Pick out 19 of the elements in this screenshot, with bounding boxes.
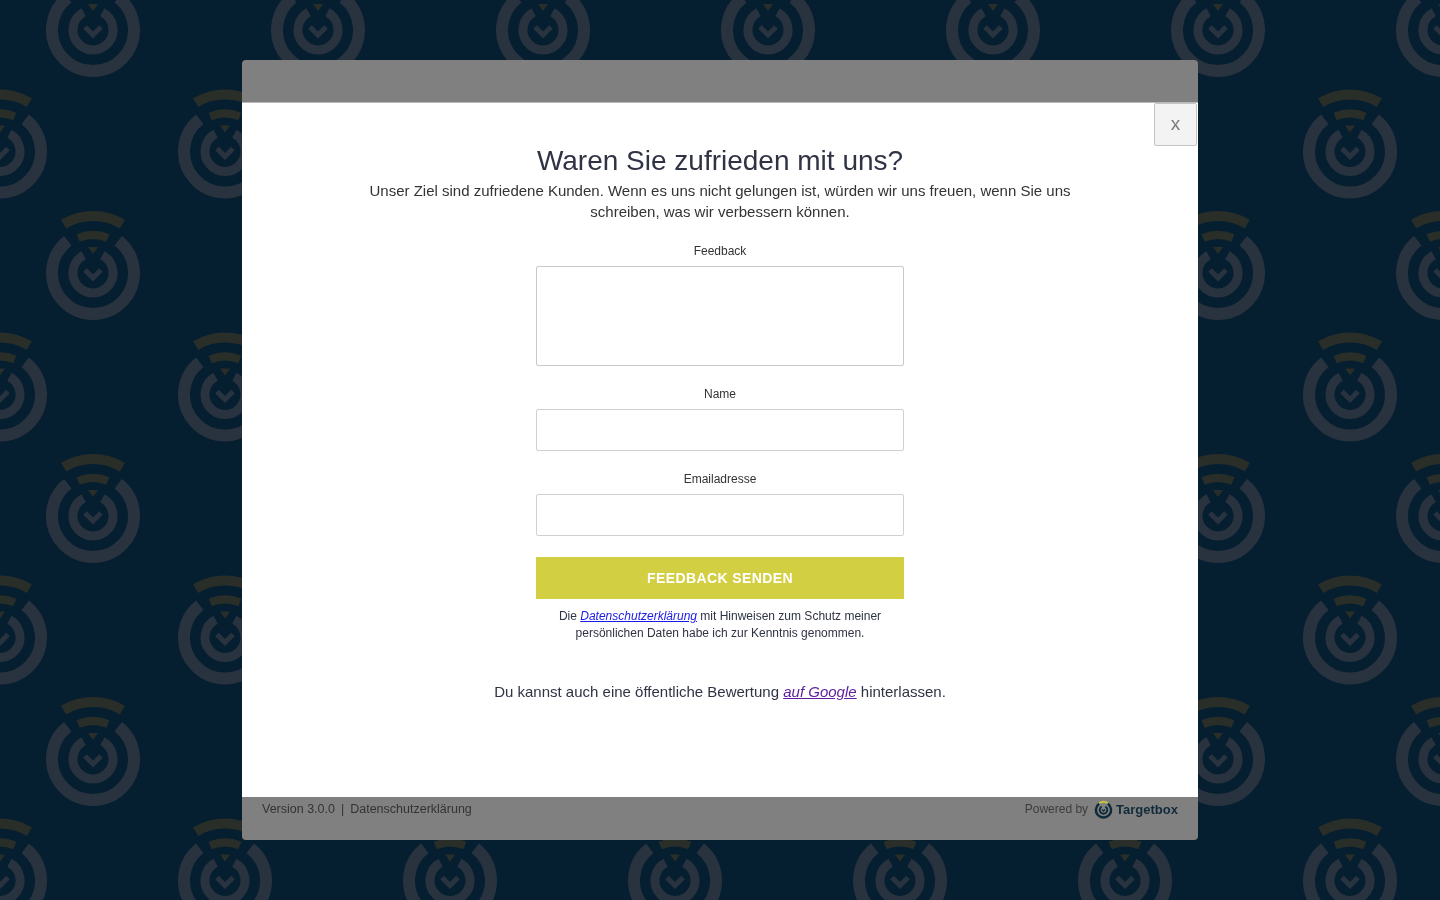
footer-separator: | (340, 801, 345, 818)
powered-by-text: Powered by (1024, 801, 1089, 818)
field-label: Emailadresse (682, 471, 758, 487)
modal-title: Waren Sie zufrieden mit uns? (536, 144, 904, 178)
feedback-textarea[interactable] (536, 266, 904, 366)
intro-text: Unser Ziel sind zufriedene Kunden. Wenn es uns nicht gelungen ist, würden wir uns freuen, wenn Sie uns schreiben, was wir verbessern können. (368, 181, 1072, 222)
field-label: Name (703, 386, 737, 402)
close-button[interactable]: x (1154, 103, 1197, 146)
input-field[interactable] (536, 409, 904, 451)
footer-privacy-link[interactable]: Datenschutzerklärung (350, 801, 472, 818)
privacy-link[interactable]: Datenschutzerklärung (580, 609, 697, 623)
field-label: Feedback (692, 243, 748, 259)
version-text: Version 3.0.0 (262, 801, 335, 818)
input-field[interactable] (536, 494, 904, 536)
google-review-link[interactable]: auf Google (783, 683, 857, 700)
review-note: Du kannst auch eine öffentliche Bewertung auf Google hinterlassen. (494, 682, 946, 702)
target-logo-icon (1094, 800, 1114, 819)
privacy-note: Die Datenschutzerklärung mit Hinweisen zum Schutz meiner persönlichen Daten habe ich zur Kenntnis genommen. (557, 608, 883, 642)
brand-name: Targetbox (1116, 801, 1178, 818)
